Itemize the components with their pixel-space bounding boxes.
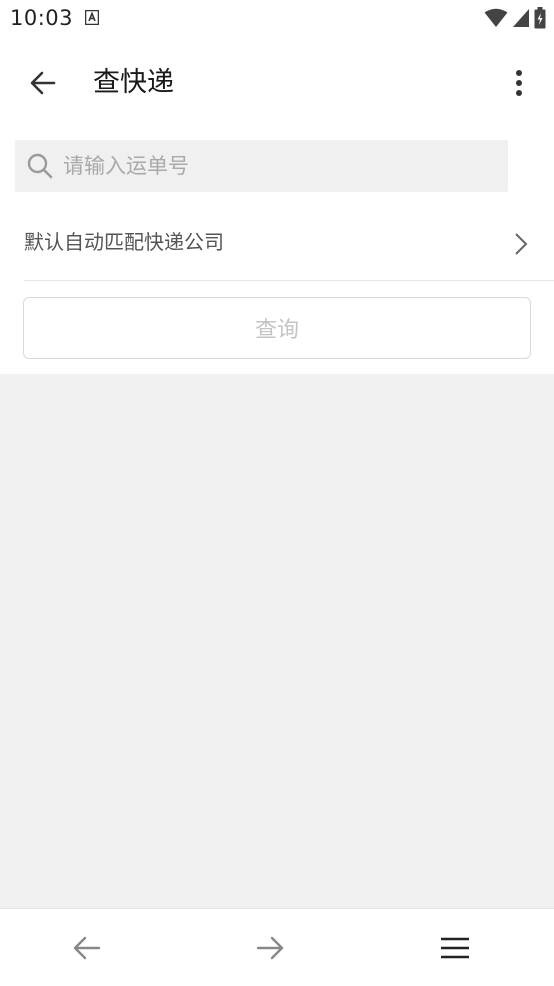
- menu-icon[interactable]: [438, 931, 472, 965]
- results-area: [0, 374, 554, 908]
- query-button[interactable]: 查询: [23, 297, 531, 359]
- status-bar: 10:03: [0, 0, 554, 38]
- more-options-button[interactable]: [502, 66, 536, 100]
- status-time: 10:03: [10, 6, 74, 30]
- more-vertical-icon: [516, 70, 522, 96]
- arrow-left-icon: [30, 71, 56, 95]
- courier-company-selector[interactable]: 默认自动匹配快递公司: [0, 204, 554, 280]
- page-title: 查快递: [93, 67, 174, 98]
- app-bar: 查快递: [0, 38, 554, 128]
- tracking-number-input[interactable]: [63, 154, 483, 178]
- query-button-label: 查询: [254, 318, 299, 343]
- chevron-right-icon: [515, 233, 528, 255]
- back-button[interactable]: [26, 66, 60, 100]
- search-icon: [27, 153, 53, 179]
- bottom-nav-bar: [0, 908, 554, 986]
- forward-arrow-icon[interactable]: [253, 931, 287, 965]
- wifi-icon: [484, 8, 508, 27]
- signal-icon: [513, 9, 529, 27]
- status-icons: [484, 6, 546, 30]
- battery-charging-icon: [534, 7, 546, 29]
- courier-company-label: 默认自动匹配快递公司: [24, 230, 224, 254]
- back-arrow-icon[interactable]: [70, 931, 104, 965]
- search-box[interactable]: [15, 140, 508, 192]
- notification-a-icon: [85, 10, 99, 25]
- divider: [24, 280, 554, 281]
